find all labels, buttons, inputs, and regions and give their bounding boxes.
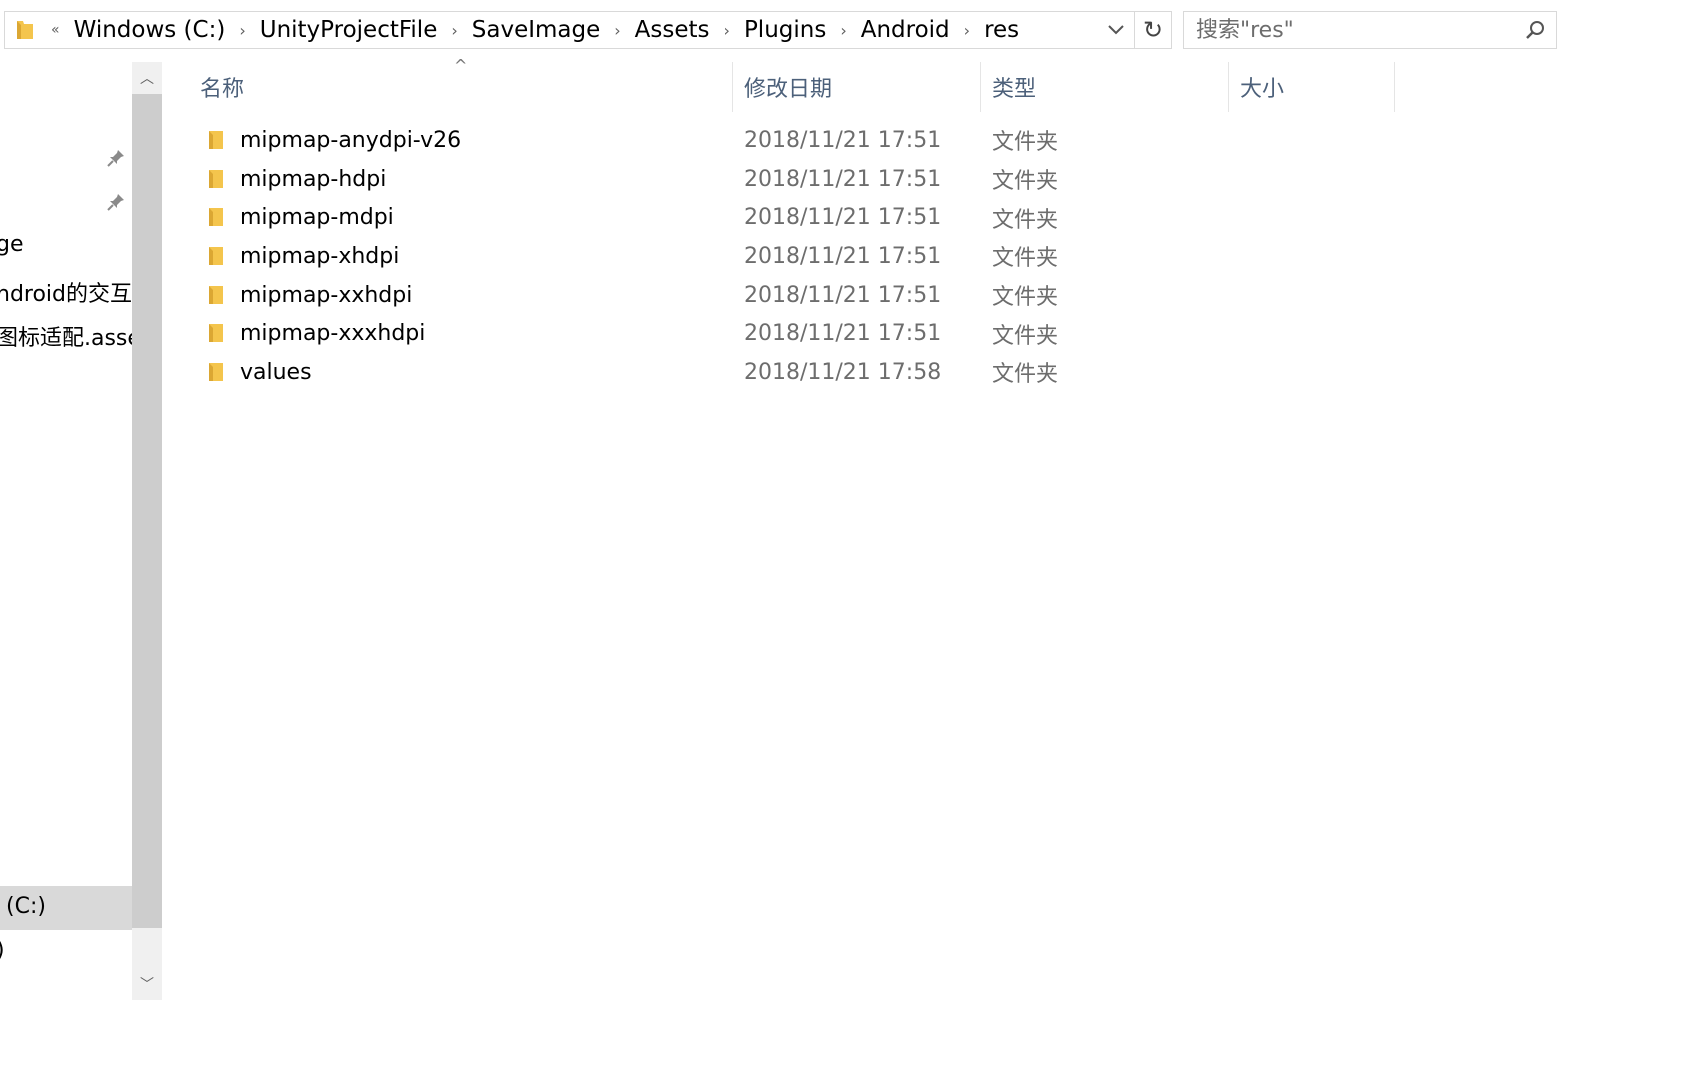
folder-icon — [209, 208, 223, 227]
column-header-type[interactable]: 类型 — [992, 62, 1228, 112]
folder-icon — [209, 247, 223, 266]
file-date: 2018/11/21 17:51 — [744, 282, 942, 308]
folder-icon — [209, 363, 223, 382]
file-row[interactable]: mipmap-xhdpi 2018/11/21 17:51 文件夹 — [162, 237, 1462, 276]
column-header-label: 大小 — [1240, 77, 1285, 102]
file-name: mipmap-anydpi-v26 — [240, 127, 462, 153]
nav-item-quick-access[interactable]: ge — [0, 232, 24, 257]
file-date: 2018/11/21 17:51 — [744, 166, 942, 192]
file-list: mipmap-anydpi-v26 2018/11/21 17:51 文件夹 m… — [162, 121, 1462, 392]
file-row[interactable]: values 2018/11/21 17:58 文件夹 — [162, 353, 1462, 392]
column-header-size[interactable]: 大小 — [1240, 62, 1392, 112]
file-name: mipmap-mdpi — [240, 205, 394, 231]
file-row[interactable]: mipmap-mdpi 2018/11/21 17:51 文件夹 — [162, 198, 1462, 237]
file-date: 2018/11/21 17:58 — [744, 359, 942, 385]
nav-item-drive[interactable]: ) — [0, 938, 5, 963]
column-header-date[interactable]: 修改日期 — [744, 62, 980, 112]
file-type: 文件夹 — [992, 285, 1059, 311]
file-row[interactable]: mipmap-xxxhdpi 2018/11/21 17:51 文件夹 — [162, 314, 1462, 353]
file-name: mipmap-xhdpi — [240, 243, 400, 269]
file-name: mipmap-xxxhdpi — [240, 321, 426, 347]
column-header-label: 类型 — [992, 77, 1037, 102]
crumb-assets[interactable]: Assets — [633, 17, 712, 43]
file-type: 文件夹 — [992, 169, 1059, 195]
folder-icon — [209, 131, 223, 149]
file-date: 2018/11/21 17:51 — [744, 243, 942, 269]
pin-icon[interactable] — [106, 148, 126, 168]
column-divider[interactable] — [1394, 62, 1395, 112]
file-name: mipmap-hdpi — [240, 166, 387, 192]
folder-icon — [209, 169, 223, 188]
address-bar[interactable]: « Windows (C:) › UnityProjectFile › Save… — [4, 11, 1172, 49]
chevron-right-icon[interactable]: › — [724, 21, 730, 40]
nav-scrollbar[interactable]: ︿ ﹀ — [132, 62, 162, 1000]
chevron-right-icon[interactable]: › — [964, 21, 970, 40]
column-divider[interactable] — [980, 62, 981, 112]
chevron-right-icon[interactable]: › — [840, 21, 846, 40]
scroll-thumb[interactable] — [132, 94, 162, 928]
nav-item-quick-access[interactable]: ndroid的交互 — [0, 276, 132, 308]
file-name: mipmap-xxhdpi — [240, 282, 413, 308]
scroll-up-button[interactable]: ︿ — [132, 62, 162, 94]
file-name: values — [240, 359, 312, 385]
file-date: 2018/11/21 17:51 — [744, 321, 942, 347]
file-date: 2018/11/21 17:51 — [744, 127, 942, 153]
nav-item-drive-c[interactable]: (C:) — [6, 894, 46, 919]
file-date: 2018/11/21 17:51 — [744, 205, 942, 231]
refresh-button[interactable]: ↻ — [1134, 12, 1171, 48]
search-icon[interactable] — [1524, 19, 1546, 41]
folder-icon — [209, 285, 223, 304]
file-type: 文件夹 — [992, 207, 1059, 233]
chevron-right-icon[interactable]: › — [614, 21, 620, 40]
crumb-res[interactable]: res — [982, 17, 1021, 43]
recent-locations-icon[interactable]: « — [51, 22, 60, 38]
crumb-drive[interactable]: Windows (C:) — [72, 17, 228, 43]
column-header-name[interactable]: 名称 — [200, 62, 730, 112]
pin-icon[interactable] — [106, 192, 126, 212]
column-header-row: ^ 名称 修改日期 类型 大小 — [162, 56, 1462, 112]
search-input[interactable] — [1194, 16, 1508, 44]
file-row[interactable]: mipmap-anydpi-v26 2018/11/21 17:51 文件夹 — [162, 121, 1462, 160]
breadcrumb: Windows (C:) › UnityProjectFile › SaveIm… — [72, 17, 1022, 43]
crumb-plugins[interactable]: Plugins — [742, 17, 828, 43]
refresh-icon: ↻ — [1142, 16, 1164, 44]
crumb-saveimage[interactable]: SaveImage — [470, 17, 603, 43]
scroll-down-button[interactable]: ﹀ — [132, 968, 162, 1000]
search-box[interactable] — [1183, 11, 1557, 49]
column-header-label: 修改日期 — [744, 77, 833, 102]
folder-icon — [209, 324, 223, 343]
nav-item-quick-access[interactable]: 图标适配.asse — [0, 320, 132, 352]
column-header-label: 名称 — [200, 77, 245, 102]
crumb-unityprojectfile[interactable]: UnityProjectFile — [258, 17, 440, 43]
file-row[interactable]: mipmap-hdpi 2018/11/21 17:51 文件夹 — [162, 160, 1462, 199]
crumb-android[interactable]: Android — [859, 17, 952, 43]
file-type: 文件夹 — [992, 130, 1059, 156]
file-type: 文件夹 — [992, 246, 1059, 272]
navigation-pane: ge ndroid的交互 图标适配.asse (C:) ) — [0, 62, 132, 1088]
chevron-right-icon[interactable]: › — [451, 21, 457, 40]
chevron-down-icon — [1108, 25, 1124, 35]
address-dropdown-button[interactable] — [1101, 12, 1131, 48]
column-divider[interactable] — [732, 62, 733, 112]
column-divider[interactable] — [1228, 62, 1229, 112]
file-type: 文件夹 — [992, 323, 1059, 349]
chevron-right-icon[interactable]: › — [239, 21, 245, 40]
file-row[interactable]: mipmap-xxhdpi 2018/11/21 17:51 文件夹 — [162, 276, 1462, 315]
folder-icon — [17, 21, 33, 39]
file-type: 文件夹 — [992, 362, 1059, 388]
